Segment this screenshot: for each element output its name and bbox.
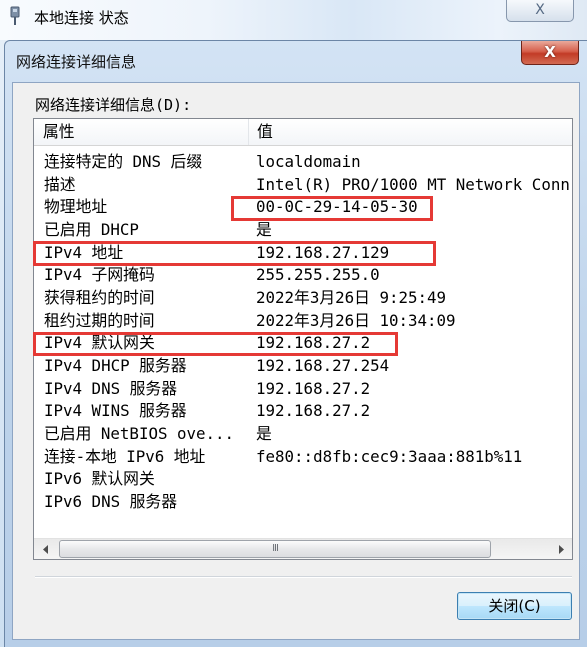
property-value [256,468,572,491]
property-name: 描述 [44,174,76,194]
parent-window-title: 本地连接 状态 [34,9,129,27]
scroll-left-button[interactable] [35,540,56,558]
list-item[interactable]: IPv6 默认网关 [34,468,572,491]
dialog-close-button[interactable]: X [521,41,579,65]
property-value: 192.168.27.2 [256,378,371,398]
list-item[interactable]: IPv4 DNS 服务器 192.168.27.2 [34,378,572,401]
property-value: 是 [256,220,272,239]
network-connection-icon [8,6,22,26]
property-name: IPv4 DNS 服务器 [44,378,177,398]
property-value: localdomain [256,152,361,171]
property-name: IPv4 WINS 服务器 [44,401,187,421]
dialog-title: 网络连接详细信息 [16,53,137,71]
property-name: IPv6 DNS 服务器 [44,492,177,512]
details-list-label: 网络连接详细信息(D): [35,96,192,114]
list-item[interactable]: 租约过期的时间 2022年3月26日 10:34:09 [34,310,572,333]
dialog-client-area: 网络连接详细信息(D): 属性 值 连接特定的 DNS 后缀 localdomai… [12,82,580,640]
parent-close-button[interactable]: X [506,0,574,22]
list-item[interactable]: 连接-本地 IPv6 地址 fe80::d8fb:cec9:3aaa:881b%1… [34,446,572,469]
column-header-value[interactable]: 值 [249,119,572,145]
list-header: 属性 值 [34,119,572,146]
property-value: fe80::d8fb:cec9:3aaa:881b%11 [256,446,523,466]
property-value: 是 [256,424,272,444]
property-name: 连接-本地 IPv6 地址 [44,446,206,466]
scrollbar-grip: III [272,543,279,554]
property-value [256,491,572,514]
list-item[interactable]: IPv4 DHCP 服务器 192.168.27.254 [34,355,572,378]
list-item[interactable]: 已启用 NetBIOS ove... 是 [34,423,572,446]
property-name: IPv4 DHCP 服务器 [44,356,187,376]
column-header-property[interactable]: 属性 [34,119,249,145]
property-name: IPv4 子网掩码 [44,265,155,285]
scroll-right-button[interactable] [550,540,571,558]
property-name: 租约过期的时间 [44,310,155,330]
list-item[interactable]: 描述 Intel(R) PRO/1000 MT Network Conn [34,174,572,197]
property-value: 192.168.27.254 [256,356,390,376]
property-name: 连接特定的 DNS 后缀 [44,152,203,171]
list-item[interactable]: IPv4 子网掩码 255.255.255.0 [34,264,572,287]
property-name: IPv6 默认网关 [44,469,155,489]
horizontal-scrollbar[interactable]: III [34,538,572,559]
property-value: 2022年3月26日 9:25:49 [256,288,447,308]
property-value: 255.255.255.0 [256,265,380,285]
property-name: 已启用 NetBIOS ove... [44,424,235,444]
list-item[interactable]: 已启用 DHCP 是 [34,219,572,242]
property-name: 获得租约的时间 [44,288,155,308]
list-item[interactable]: IPv6 DNS 服务器 [34,491,572,514]
property-value: Intel(R) PRO/1000 MT Network Conn [256,174,570,194]
scrollbar-thumb[interactable]: III [59,540,491,558]
scroll-left-arrow-icon [42,544,48,554]
scroll-right-arrow-icon [558,544,564,554]
list-item[interactable]: IPv4 WINS 服务器 192.168.27.2 [34,400,572,423]
list-item[interactable]: 连接特定的 DNS 后缀 localdomain [34,151,572,174]
parent-window-titlebar[interactable]: 本地连接 状态 X [0,0,587,40]
property-name: 物理地址 [44,197,108,217]
close-button[interactable]: 关闭(C) [457,592,572,620]
annotation-box-default-gateway [33,332,398,356]
annotation-box-physical-address [231,196,433,221]
property-value: 2022年3月26日 10:34:09 [256,310,456,330]
property-value: 192.168.27.2 [256,401,371,421]
property-name: 已启用 DHCP [44,220,139,239]
separator [35,576,572,578]
list-item[interactable]: 获得租约的时间 2022年3月26日 9:25:49 [34,287,572,310]
annotation-box-ipv4-address [33,241,436,266]
